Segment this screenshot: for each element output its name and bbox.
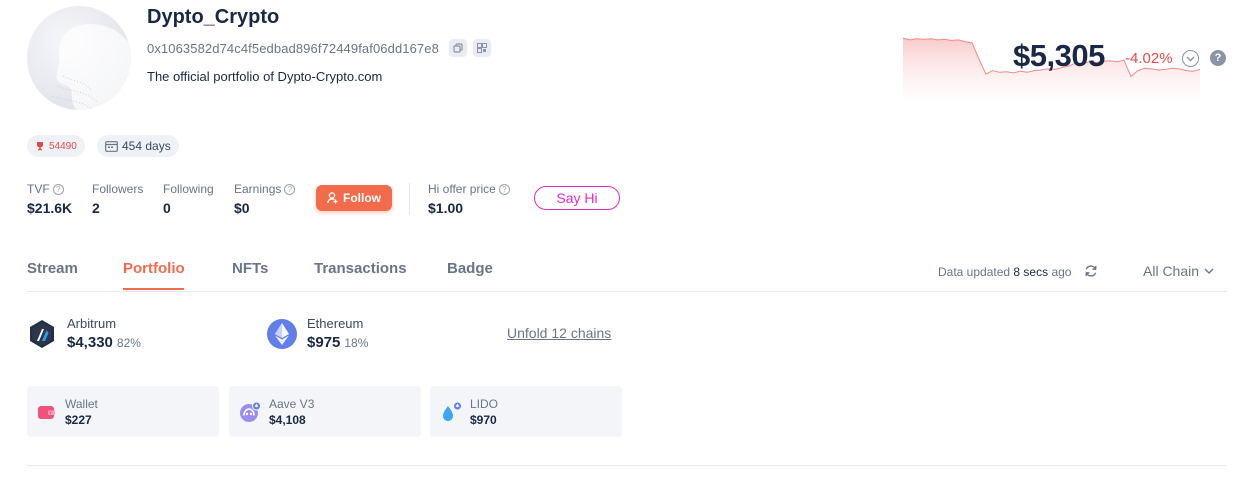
chain-arbitrum[interactable]: Arbitrum $4,330 82% [27, 316, 141, 351]
value-change-percent: -4.02% [1125, 50, 1173, 67]
protocol-card-aave-v3[interactable]: Aave V3 $4,108 [229, 386, 421, 437]
rank-badge: 54490 [27, 135, 85, 157]
say-hi-button[interactable]: Say Hi [534, 186, 620, 210]
aave-logo-icon [240, 401, 261, 422]
chain-percent: 82% [116, 336, 141, 350]
chain-name: Ethereum [307, 316, 364, 331]
stat-following[interactable]: Following 0 [163, 181, 214, 216]
wallet-address[interactable]: 0x1063582d74c4f5edbad896f72449faf06dd167… [147, 41, 439, 56]
active-tab-indicator [123, 288, 184, 290]
protocol-name: LIDO [470, 396, 499, 411]
avatar [27, 6, 131, 110]
tabs-divider [27, 291, 1227, 292]
stat-followers[interactable]: Followers 2 [92, 181, 143, 216]
profile-bio: The official portfolio of Dypto-Crypto.c… [147, 69, 383, 84]
account-age-value: 454 days [122, 139, 171, 153]
help-icon[interactable]: ? [498, 183, 510, 195]
protocol-value: $970 [470, 412, 497, 427]
tab-badge[interactable]: Badge [447, 260, 493, 277]
refresh-icon[interactable] [1084, 264, 1098, 283]
hi-offer-label: Hi offer price [428, 182, 496, 196]
ethereum-logo-icon [267, 318, 297, 349]
user-plus-icon [327, 192, 338, 204]
chain-value: $4,330 [67, 334, 113, 351]
help-icon[interactable]: ? [52, 183, 64, 195]
unfold-chains-link[interactable]: Unfold 12 chains [507, 325, 611, 341]
followers-value: 2 [92, 200, 100, 216]
chain-percent: 18% [344, 336, 369, 350]
lido-logo-icon [443, 401, 462, 421]
tab-stream[interactable]: Stream [27, 260, 78, 277]
protocol-name: Wallet [65, 396, 98, 411]
updated-suffix: ago [1051, 265, 1072, 279]
arbitrum-logo-icon [27, 318, 57, 349]
section-divider [27, 465, 1227, 466]
chevron-down-icon[interactable] [1182, 50, 1199, 67]
tvf-label: TVF [27, 182, 50, 196]
tab-transactions[interactable]: Transactions [314, 260, 407, 277]
hi-offer-value: $1.00 [428, 200, 464, 216]
stat-earnings: Earnings? $0 [234, 181, 296, 216]
copy-icon[interactable] [448, 39, 467, 57]
rank-value: 54490 [49, 140, 77, 152]
follow-button[interactable]: Follow [316, 185, 392, 211]
tab-nfts[interactable]: NFTs [232, 260, 268, 277]
total-value: $5,305 [1013, 38, 1105, 73]
avatar-face-image [52, 24, 131, 110]
chain-ethereum[interactable]: Ethereum $975 18% [267, 316, 368, 351]
address-row: 0x1063582d74c4f5edbad896f72449faf06dd167… [147, 39, 491, 57]
updated-prefix: Data updated [938, 265, 1011, 279]
data-updated-status: Data updated 8 secs ago [938, 265, 1071, 279]
qr-code-icon[interactable] [472, 39, 491, 57]
protocol-card-wallet[interactable]: Wallet $227 [27, 386, 219, 437]
following-label: Following [163, 182, 214, 196]
wallet-icon [38, 405, 55, 419]
chain-name: Arbitrum [67, 316, 117, 331]
earnings-value: $0 [234, 200, 250, 216]
stat-hi-offer: Hi offer price? $1.00 [428, 181, 510, 216]
protocol-value: $227 [65, 412, 92, 427]
updated-time: 8 secs [1013, 265, 1049, 279]
chain-filter-label: All Chain [1143, 263, 1200, 279]
protocol-name: Aave V3 [269, 396, 315, 411]
followers-label: Followers [92, 182, 144, 196]
help-icon[interactable]: ? [1210, 50, 1226, 66]
tvf-value: $21.6K [27, 200, 73, 216]
trophy-icon [37, 142, 43, 151]
following-value: 0 [163, 200, 171, 216]
divider [409, 183, 410, 215]
stat-tvf: TVF? $21.6K [27, 181, 72, 216]
chevron-down-icon [1204, 268, 1214, 274]
tab-portfolio[interactable]: Portfolio [123, 260, 185, 277]
protocol-value: $4,108 [269, 412, 306, 427]
follow-button-label: Follow [343, 191, 381, 205]
earnings-label: Earnings [234, 182, 282, 196]
account-age-badge: 454 days [97, 135, 179, 157]
chain-value: $975 [307, 334, 341, 351]
username: Dypto_Crypto [147, 6, 280, 28]
calendar-icon [105, 141, 118, 152]
chain-filter-dropdown[interactable]: All Chain [1143, 263, 1214, 279]
protocol-card-lido[interactable]: LIDO $970 [430, 386, 622, 437]
help-icon[interactable]: ? [284, 183, 296, 195]
